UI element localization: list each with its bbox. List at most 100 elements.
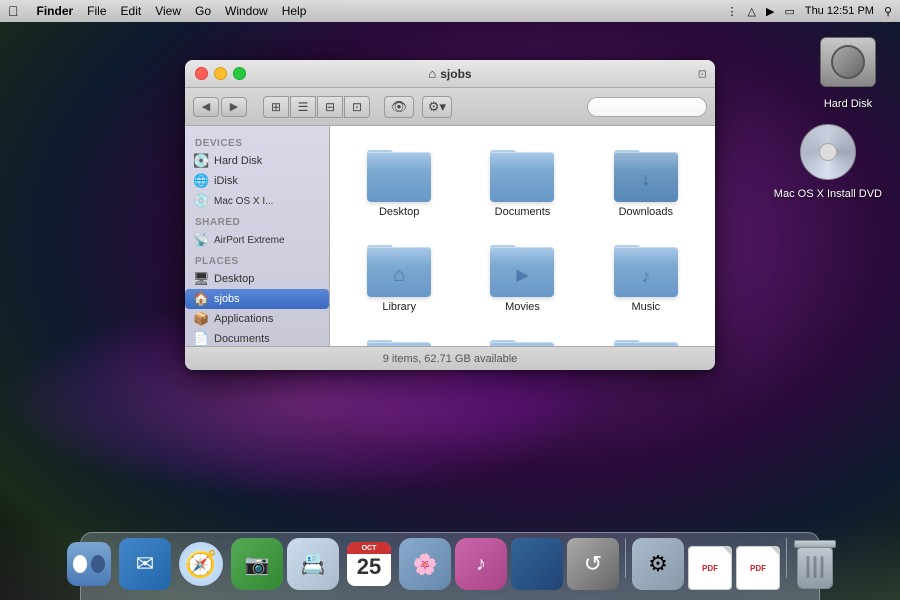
hard-disk-sidebar-icon: 💽 (193, 153, 209, 169)
search-input[interactable] (587, 97, 707, 117)
dock-item-iphoto[interactable]: 🌸 (399, 538, 451, 590)
action-button[interactable]: ⚙▾ (422, 96, 452, 118)
sidebar-item-sjobs[interactable]: 🏠 sjobs (185, 289, 329, 309)
folder-body (367, 247, 431, 297)
sidebar-section-places: PLACES (185, 250, 329, 269)
window-title-text: sjobs (440, 67, 471, 81)
wifi-icon[interactable]: △ (748, 5, 756, 18)
ical-dock-icon: OCT 25 (343, 538, 395, 590)
folder-library-icon (367, 239, 431, 297)
folder-desktop[interactable]: Desktop (340, 136, 458, 226)
trash-dock-icon (793, 538, 837, 590)
dock-item-pdf2[interactable]: PDF (736, 546, 780, 590)
sidebar-item-idisk[interactable]: 🌐 iDisk (185, 171, 329, 191)
folder-downloads-label: Downloads (619, 206, 673, 218)
dock: ✉ 🧭 📷 📇 OCT 25 (0, 520, 900, 600)
pdf2-dock-icon: PDF (736, 546, 780, 590)
menu-finder[interactable]: Finder (37, 4, 74, 18)
addressbook-dock-icon: 📇 (287, 538, 339, 590)
sidebar-item-desktop[interactable]: 🖥 Desktop (185, 269, 329, 289)
view-buttons: ⊞ ☰ ⊟ ⊡ (263, 96, 370, 118)
folder-music[interactable]: Music (587, 231, 705, 321)
nav-buttons: ◀ ▶ (193, 97, 247, 117)
folder-pictures-icon (367, 334, 431, 346)
folder-downloads[interactable]: Downloads (587, 136, 705, 226)
minimize-button[interactable] (214, 67, 227, 80)
view-coverflow-button[interactable]: ⊡ (344, 96, 370, 118)
desktop:  Finder File Edit View Go Window Help ⋮… (0, 0, 900, 600)
close-button[interactable] (195, 67, 208, 80)
hard-disk-shape (820, 37, 876, 87)
menu-edit[interactable]: Edit (121, 4, 142, 18)
airport-icon: 📡 (193, 232, 209, 248)
folder-documents-label: Documents (495, 206, 551, 218)
nav-forward-button[interactable]: ▶ (221, 97, 247, 117)
folder-library-label: Library (382, 301, 416, 313)
bluetooth-icon[interactable]: ⋮ (727, 5, 738, 18)
view-list-button[interactable]: ☰ (290, 96, 316, 118)
dock-separator (625, 538, 626, 578)
trash-line (814, 556, 817, 578)
hard-disk-label: Hard Disk (824, 98, 872, 110)
folder-documents-icon (490, 144, 554, 202)
dock-item-timemachine[interactable]: ↺ (567, 538, 619, 590)
sidebar: DEVICES 💽 Hard Disk 🌐 iDisk 💿 Mac OS X I… (185, 126, 330, 346)
apple-menu[interactable]:  (8, 3, 19, 19)
view-column-button[interactable]: ⊟ (317, 96, 343, 118)
maximize-button[interactable] (233, 67, 246, 80)
menubar:  Finder File Edit View Go Window Help ⋮… (0, 0, 900, 22)
folder-movies[interactable]: Movies (463, 231, 581, 321)
dock-item-spaces[interactable] (511, 538, 563, 590)
finder-dock-icon (63, 538, 115, 590)
menu-go[interactable]: Go (195, 4, 211, 18)
sidebar-item-hard-disk[interactable]: 💽 Hard Disk (185, 151, 329, 171)
dock-item-syspref[interactable]: ⚙ (632, 538, 684, 590)
sidebar-item-mac-os-install[interactable]: 💿 Mac OS X I... (185, 191, 329, 211)
ical-icon: OCT 25 (347, 542, 391, 586)
window-zoom-btn[interactable]: ⊡ (698, 67, 707, 80)
sidebar-airport-label: AirPort Extreme (214, 235, 285, 246)
dock-item-addressbook[interactable]: 📇 (287, 538, 339, 590)
folder-body (367, 152, 431, 202)
sidebar-item-airport[interactable]: 📡 AirPort Extreme (185, 230, 329, 250)
folder-sites[interactable]: Sites (587, 326, 705, 346)
dock-item-finder[interactable] (63, 538, 115, 590)
dock-item-safari[interactable]: 🧭 (175, 538, 227, 590)
folder-body (614, 342, 678, 346)
menu-help[interactable]: Help (282, 4, 307, 18)
nav-back-button[interactable]: ◀ (193, 97, 219, 117)
timemachine-dock-icon: ↺ (567, 538, 619, 590)
menu-file[interactable]: File (87, 4, 106, 18)
folder-library[interactable]: Library (340, 231, 458, 321)
dock-item-ical[interactable]: OCT 25 (343, 538, 395, 590)
trash-icon (793, 539, 837, 589)
folder-public[interactable]: Public (463, 326, 581, 346)
sidebar-section-devices: DEVICES (185, 132, 329, 151)
desktop-icon-dvd[interactable]: Mac OS X Install DVD (774, 120, 882, 200)
documents-sidebar-icon: 📄 (193, 331, 209, 346)
folder-documents[interactable]: Documents (463, 136, 581, 226)
menu-view[interactable]: View (155, 4, 181, 18)
spotlight-icon[interactable]: ⚲ (884, 5, 892, 18)
sidebar-item-documents[interactable]: 📄 Documents (185, 329, 329, 346)
dock-item-facetime[interactable]: 📷 (231, 538, 283, 590)
dock-item-mail[interactable]: ✉ (119, 538, 171, 590)
dock-item-itunes[interactable]: ♪ (455, 538, 507, 590)
dvd-label: Mac OS X Install DVD (774, 188, 882, 200)
dock-item-pdf1[interactable]: PDF (688, 546, 732, 590)
dock-item-trash[interactable] (793, 538, 837, 590)
dvd-sidebar-icon: 💿 (193, 193, 209, 209)
menu-window[interactable]: Window (225, 4, 268, 18)
main-content: Desktop Documents Downloads (330, 126, 715, 346)
folder-pictures[interactable]: Pictures (340, 326, 458, 346)
battery-icon[interactable]: ▭ (784, 5, 794, 18)
volume-icon[interactable]: ▶ (766, 5, 774, 18)
status-bar: 9 items, 62.71 GB available (185, 346, 715, 370)
folder-public-icon (490, 334, 554, 346)
applications-icon: 📦 (193, 311, 209, 327)
folder-body (490, 342, 554, 346)
desktop-icon-hard-disk[interactable]: Hard Disk (816, 30, 880, 110)
sidebar-item-applications[interactable]: 📦 Applications (185, 309, 329, 329)
eye-button[interactable]: 👁 (384, 96, 414, 118)
view-icon-button[interactable]: ⊞ (263, 96, 289, 118)
